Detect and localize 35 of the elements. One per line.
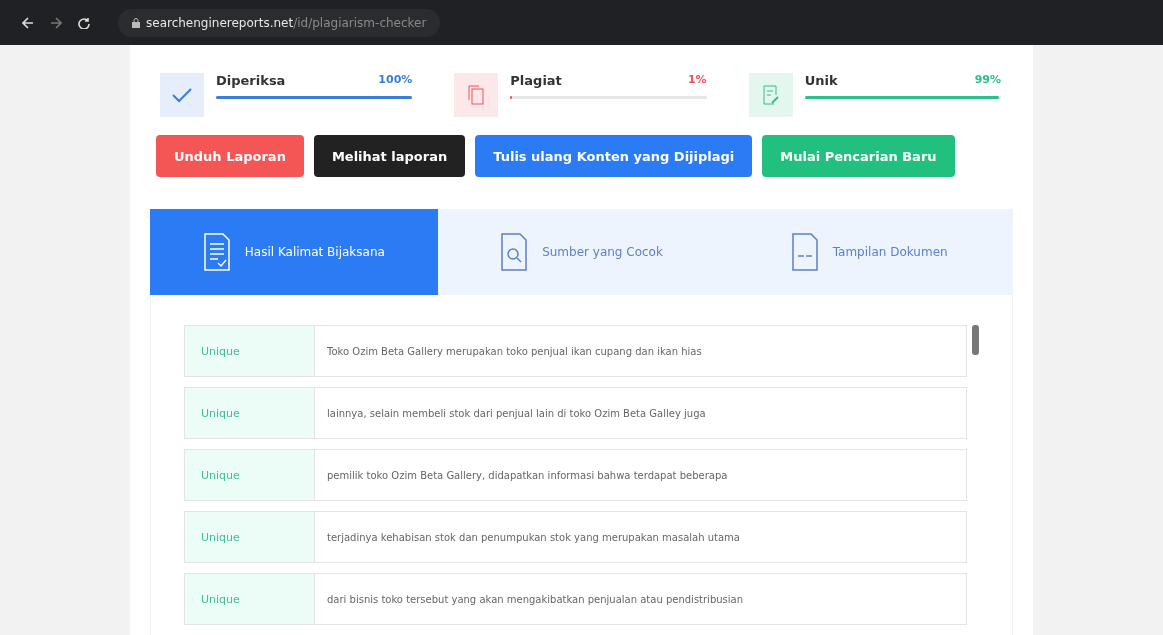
- document-check-icon: [202, 232, 231, 272]
- status-cell: Unique: [185, 326, 315, 376]
- sentence-cell-text: dari bisnis toko tersebut yang akan mengakibatkan penjualan atau pendistribusian: [326, 592, 745, 607]
- scrollbar-thumb[interactable]: [972, 325, 979, 355]
- action-button[interactable]: Mulai Pencarian Baru: [762, 135, 955, 177]
- reload-icon[interactable]: [78, 16, 90, 29]
- url-path: /id/plagiarism-checker: [293, 15, 427, 30]
- action-button[interactable]: Unduh Laporan: [156, 135, 304, 177]
- stat-percent: 100%: [378, 73, 413, 88]
- action-button[interactable]: Melihat laporan: [313, 135, 466, 177]
- status-cell: Unique: [185, 574, 315, 624]
- result-tab[interactable]: Hasil Kalimat Bijaksana: [150, 209, 438, 295]
- address-bar[interactable]: searchenginereports.net/id/plagiarism-checker: [118, 8, 441, 37]
- stat-percent: 99%: [974, 73, 1001, 88]
- sentence-cell-text: lainnya, selain membeli stok dari penjual lain di toko Ozim Beta Galley juga: [326, 406, 707, 421]
- stat-percent: 1%: [687, 73, 707, 88]
- document-compare-icon: [790, 232, 819, 272]
- status-cell: Unique: [185, 450, 315, 500]
- status-cell: Unique: [185, 512, 315, 562]
- document-search-icon: [500, 232, 529, 272]
- stat-label: Plagiat: [510, 73, 562, 88]
- forward-arrow-icon[interactable]: [50, 16, 62, 29]
- document-edit-icon: [761, 85, 780, 105]
- back-arrow-icon[interactable]: [22, 16, 34, 29]
- lock-icon: [132, 17, 140, 28]
- stat-label: Diperiksa: [216, 73, 286, 88]
- copy-icon: [468, 85, 485, 105]
- sentence-cell-text: terjadinya kehabisan stok dan penumpukan stok yang merupakan masalah utama: [326, 530, 741, 545]
- sentence-cell-text: pemilik toko Ozim Beta Gallery, didapatkan informasi bahwa terdapat beberapa: [326, 468, 729, 483]
- action-button[interactable]: Tulis ulang Konten yang Dijiplagi: [475, 135, 753, 177]
- url-host: searchenginereports.net: [146, 15, 294, 30]
- stat-label: Unik: [804, 73, 838, 88]
- sentence-cell-text: Toko Ozim Beta Gallery merupakan toko penjual ikan cupang dan ikan hias: [326, 344, 703, 359]
- status-cell: Unique: [185, 388, 315, 438]
- checkmark-icon: [171, 87, 193, 103]
